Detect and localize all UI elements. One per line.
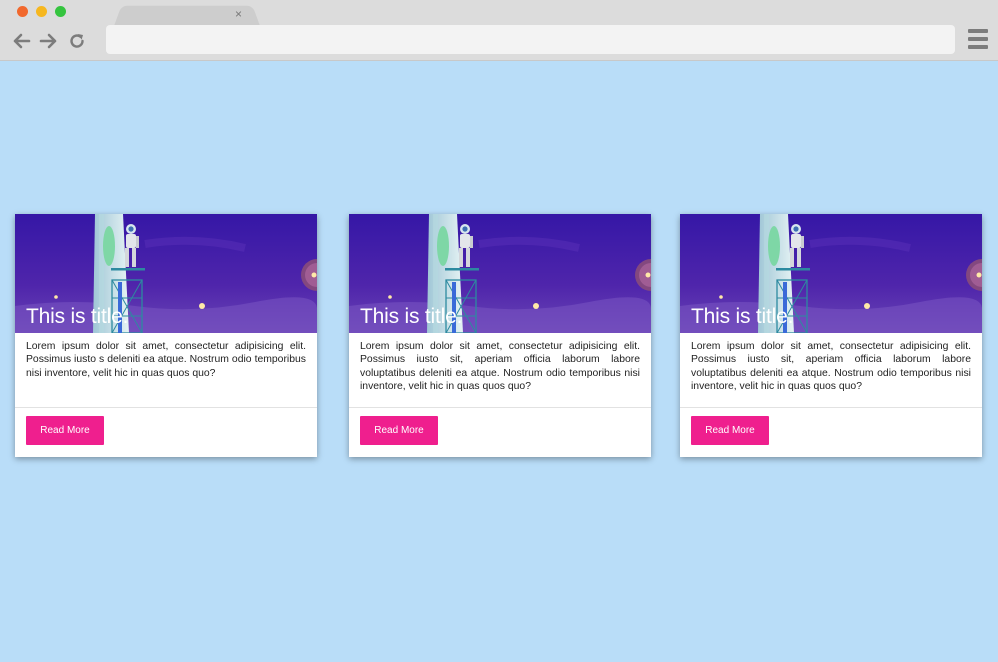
address-bar[interactable] (106, 25, 955, 54)
card: This is title. Lorem ipsum dolor sit ame… (349, 214, 651, 457)
card-title: This is title. (360, 305, 463, 328)
card-text: Lorem ipsum dolor sit amet, consectetur … (360, 341, 640, 393)
reload-icon[interactable] (66, 30, 88, 52)
hamburger-menu-icon[interactable] (968, 29, 988, 49)
card: This is title. Lorem ipsum dolor sit ame… (680, 214, 982, 457)
card: This is title. Lorem ipsum dolor sit ame… (15, 214, 317, 457)
card-hero: This is title. (680, 214, 982, 333)
back-arrow-icon[interactable] (11, 30, 33, 52)
card-title: This is title. (691, 305, 794, 328)
read-more-button[interactable]: Read More (691, 416, 769, 445)
read-more-button[interactable]: Read More (360, 416, 438, 445)
read-more-button[interactable]: Read More (26, 416, 104, 445)
card-divider (349, 407, 651, 408)
card-title: This is title. (26, 305, 129, 328)
tab-close-icon[interactable]: × (235, 7, 242, 21)
card-text: Lorem ipsum dolor sit amet, consectetur … (691, 341, 971, 393)
close-window-button[interactable] (17, 6, 28, 17)
card-text: Lorem ipsum dolor sit amet, consectetur … (26, 341, 306, 379)
minimize-window-button[interactable] (36, 6, 47, 17)
browser-chrome: × (0, 0, 998, 61)
forward-arrow-icon[interactable] (37, 30, 59, 52)
card-hero: This is title. (15, 214, 317, 333)
card-divider (15, 407, 317, 408)
window-controls (17, 6, 66, 17)
card-hero: This is title. (349, 214, 651, 333)
card-divider (680, 407, 982, 408)
maximize-window-button[interactable] (55, 6, 66, 17)
